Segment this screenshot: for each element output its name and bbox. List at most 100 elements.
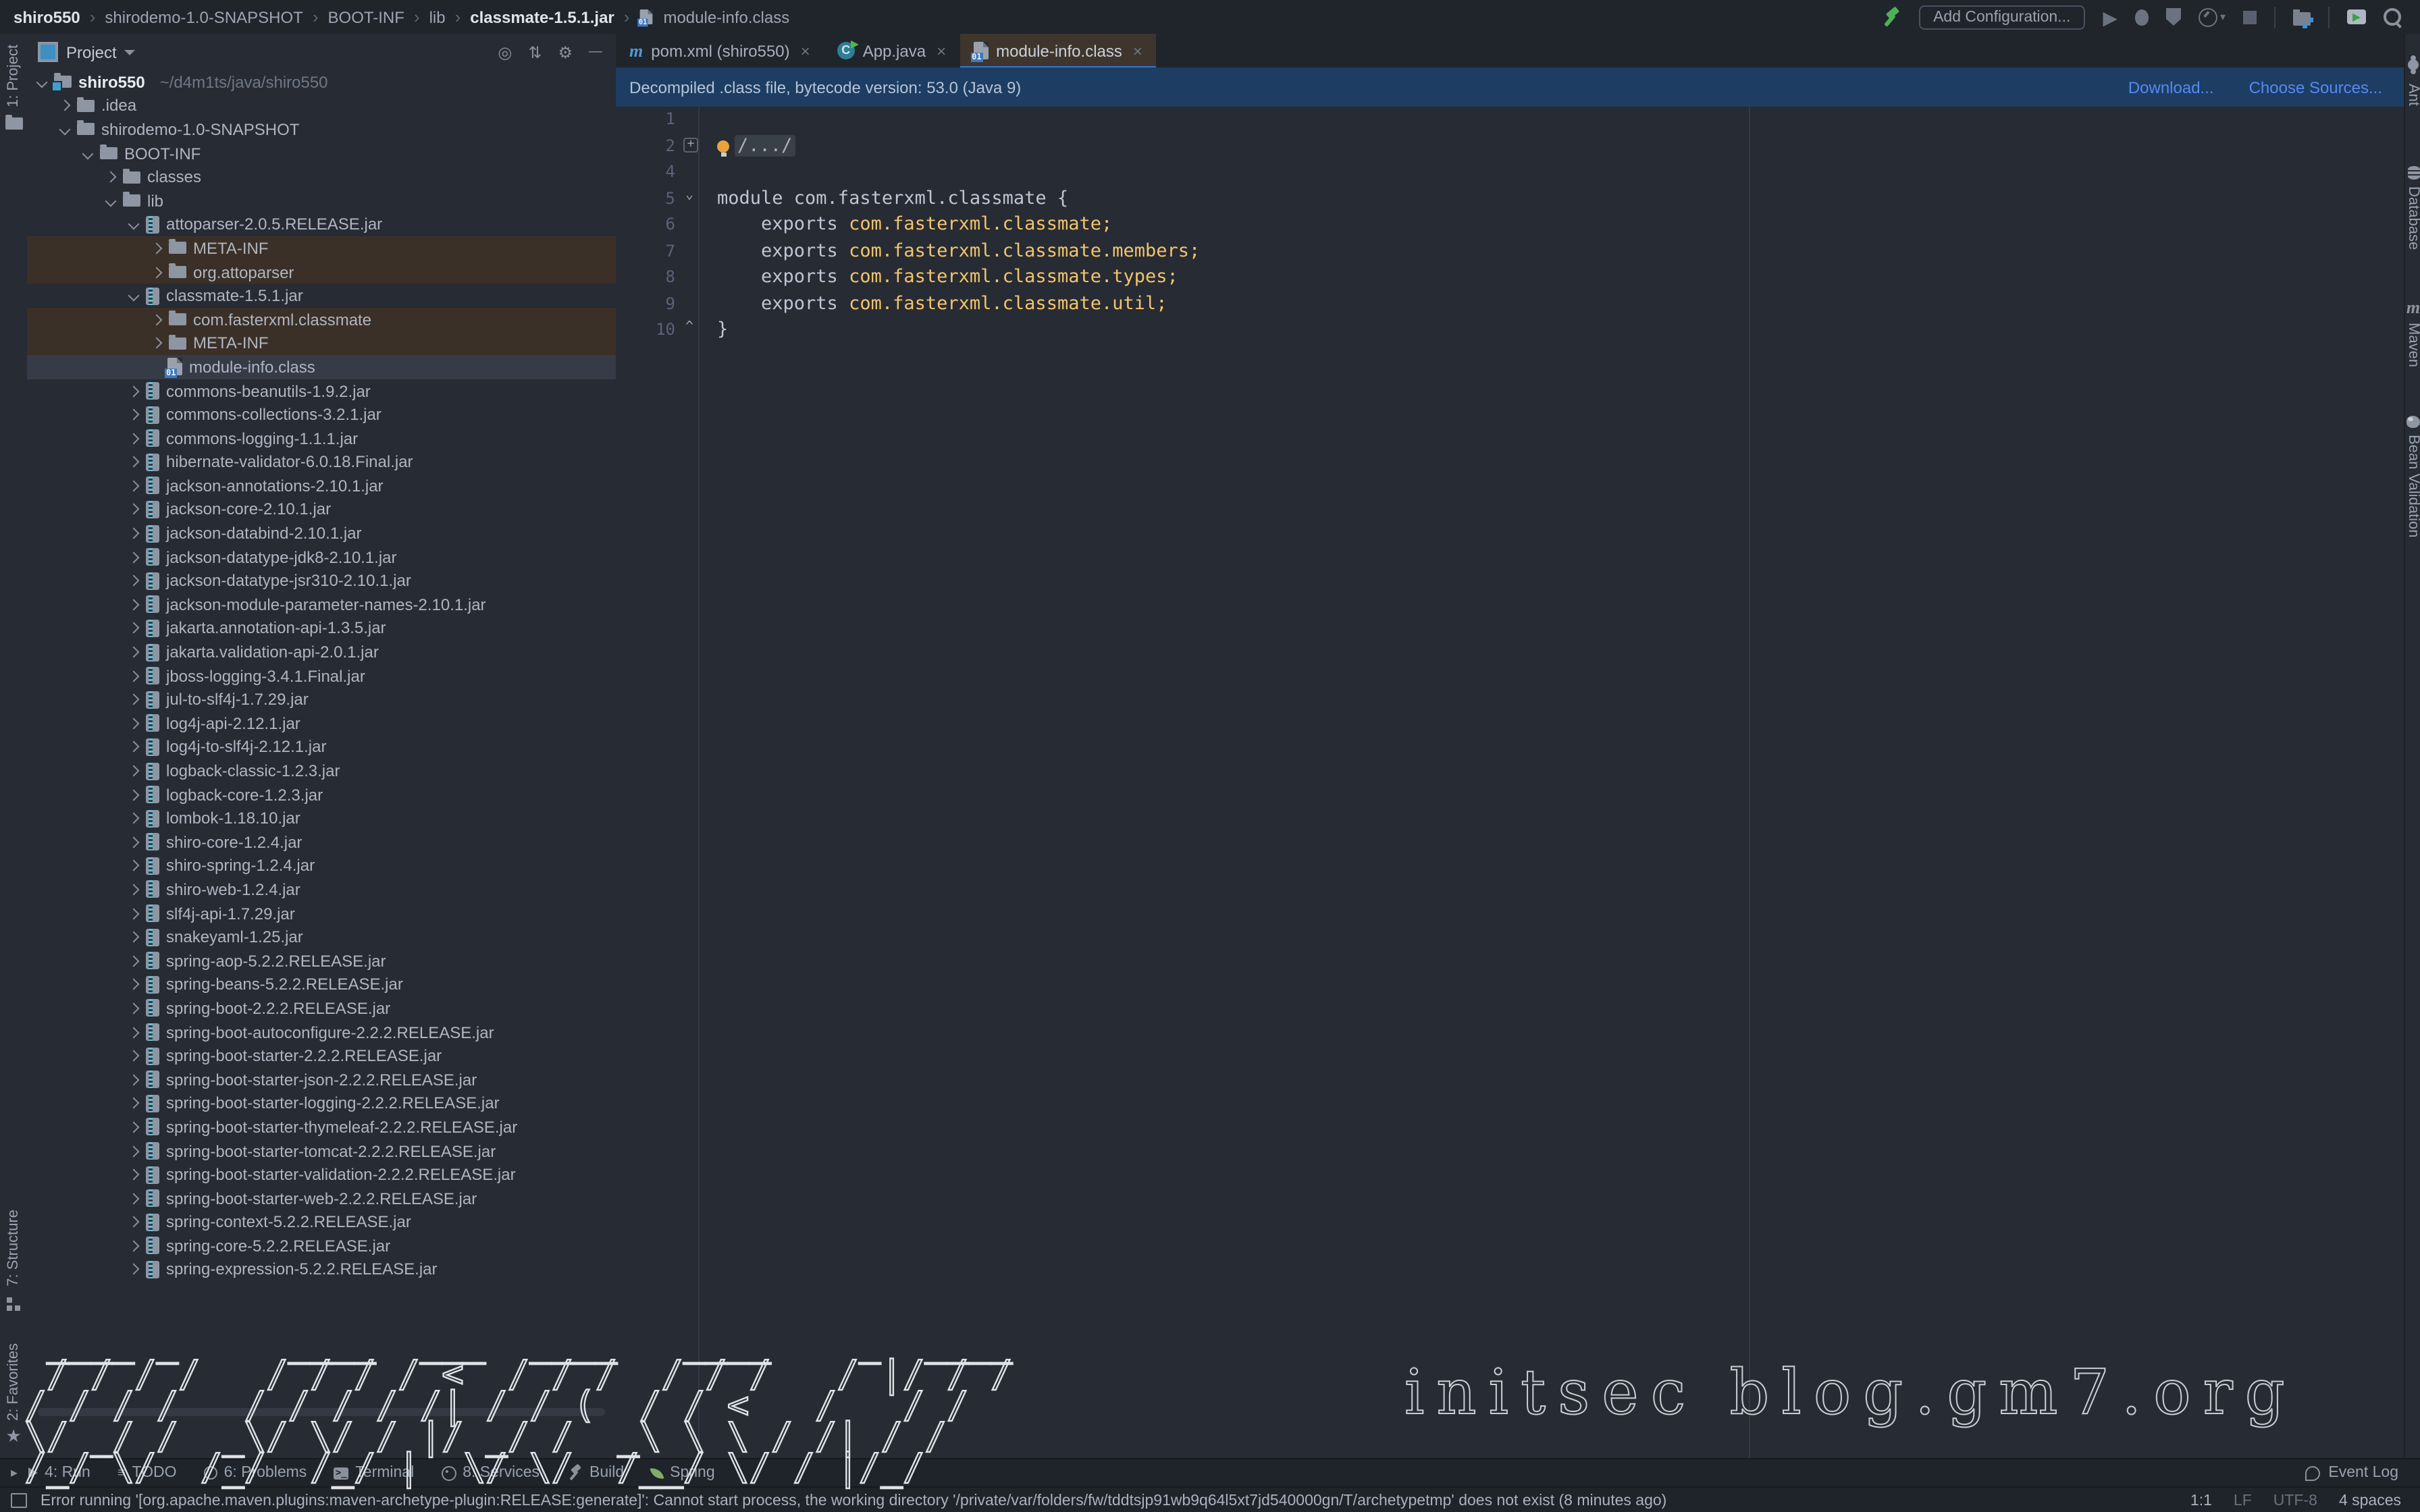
chevron-down-icon[interactable] <box>105 195 117 207</box>
tree-item-snakeyaml-1-25-jar[interactable]: snakeyaml-1.25.jar <box>27 925 616 949</box>
chevron-right-icon[interactable] <box>128 1027 140 1038</box>
tree-item-log4j-api-2-12-1-jar[interactable]: log4j-api-2.12.1.jar <box>27 711 616 735</box>
tree-item-jackson-datatype-jsr310-2-10-1-jar[interactable]: jackson-datatype-jsr310-2.10.1.jar <box>27 569 616 593</box>
chevron-right-icon[interactable] <box>128 409 140 421</box>
tree-item-spring-boot-starter-tomcat-2-2-2-release-jar[interactable]: spring-boot-starter-tomcat-2.2.2.RELEASE… <box>27 1139 616 1162</box>
code-line[interactable]: 5⌄module com.fasterxml.classmate { <box>616 186 2404 212</box>
breadcrumb-item[interactable]: classmate-1.5.1.jar <box>470 7 614 26</box>
tree-item-lombok-1-18-10-jar[interactable]: lombok-1.18.10.jar <box>27 807 616 830</box>
chevron-right-icon[interactable] <box>128 836 140 848</box>
breadcrumb-item[interactable]: BOOT-INF <box>328 7 404 26</box>
chevron-right-icon[interactable] <box>128 528 140 539</box>
chevron-right-icon[interactable] <box>128 433 140 444</box>
tree-item--idea[interactable]: .idea <box>27 94 616 117</box>
chevron-right-icon[interactable] <box>128 1264 140 1275</box>
chevron-right-icon[interactable] <box>59 100 71 111</box>
tree-item-shiro-core-1-2-4-jar[interactable]: shiro-core-1.2.4.jar <box>27 830 616 854</box>
chevron-right-icon[interactable] <box>151 314 163 325</box>
tree-item-meta-inf[interactable]: META-INF <box>27 331 616 355</box>
chevron-down-icon[interactable] <box>36 76 48 88</box>
chevron-right-icon[interactable] <box>105 171 117 183</box>
tree-item-logback-classic-1-2-3-jar[interactable]: logback-classic-1.2.3.jar <box>27 759 616 782</box>
chevron-right-icon[interactable] <box>128 1050 140 1062</box>
tree-item-spring-boot-starter-validation-2-2-2-release-jar[interactable]: spring-boot-starter-validation-2.2.2.REL… <box>27 1163 616 1187</box>
breadcrumb-item[interactable]: shirodemo-1.0-SNAPSHOT <box>105 7 302 26</box>
tree-item-jackson-core-2-10-1-jar[interactable]: jackson-core-2.10.1.jar <box>27 497 616 521</box>
status-widget-lf[interactable]: LF <box>2234 1492 2252 1509</box>
settings-gear-icon[interactable]: ⚙ <box>558 43 573 61</box>
window-menu-icon[interactable]: ▸ <box>11 1465 18 1480</box>
chevron-right-icon[interactable] <box>128 1145 140 1157</box>
tree-item-shirodemo-1-0-snapshot[interactable]: shirodemo-1.0-SNAPSHOT <box>27 117 616 141</box>
chevron-right-icon[interactable] <box>128 551 140 563</box>
code-line[interactable]: 6 exports com.fasterxml.classmate; <box>616 212 2404 238</box>
chevron-right-icon[interactable] <box>128 599 140 610</box>
chevron-right-icon[interactable] <box>151 267 163 278</box>
chevron-right-icon[interactable] <box>151 338 163 349</box>
tree-item-commons-logging-1-1-1-jar[interactable]: commons-logging-1.1.1.jar <box>27 427 616 450</box>
chevron-right-icon[interactable] <box>128 932 140 943</box>
code-line[interactable]: 8 exports com.fasterxml.classmate.types; <box>616 265 2404 291</box>
chevron-right-icon[interactable] <box>151 242 163 254</box>
stripe-bean-validation-button[interactable]: Bean Validation <box>2405 415 2420 537</box>
chevron-right-icon[interactable] <box>128 622 140 634</box>
tree-item-spring-core-5-2-2-release-jar[interactable]: spring-core-5.2.2.RELEASE.jar <box>27 1234 616 1258</box>
stripe-maven-button[interactable]: mMaven <box>2405 298 2420 367</box>
tree-item-module-info-class[interactable]: module-info.class <box>27 355 616 379</box>
chevron-right-icon[interactable] <box>128 480 140 491</box>
code-line[interactable]: 10^} <box>616 317 2404 344</box>
debug-icon[interactable] <box>2135 9 2149 25</box>
tree-item-spring-boot-starter-2-2-2-release-jar[interactable]: spring-boot-starter-2.2.2.RELEASE.jar <box>27 1044 616 1068</box>
tree-item-spring-expression-5-2-2-release-jar[interactable]: spring-expression-5.2.2.RELEASE.jar <box>27 1258 616 1281</box>
tree-item-commons-beanutils-1-9-2-jar[interactable]: commons-beanutils-1.9.2.jar <box>27 379 616 402</box>
chevron-right-icon[interactable] <box>128 1098 140 1109</box>
chevron-right-icon[interactable] <box>128 860 140 871</box>
tree-item-shiro550[interactable]: shiro550~/d4m1ts/java/shiro550 <box>27 70 616 94</box>
collapse-all-icon[interactable]: ⇅ <box>528 43 542 61</box>
tool-window-button-terminal[interactable]: >_Terminal <box>334 1465 414 1481</box>
tree-item-jackson-annotations-2-10-1-jar[interactable]: jackson-annotations-2.10.1.jar <box>27 474 616 497</box>
tree-item-attoparser-2-0-5-release-jar[interactable]: attoparser-2.0.5.RELEASE.jar <box>27 213 616 236</box>
chevron-down-icon[interactable] <box>128 290 140 302</box>
chevron-down-icon[interactable] <box>125 49 136 55</box>
chevron-right-icon[interactable] <box>128 1121 140 1133</box>
chevron-right-icon[interactable] <box>128 908 140 919</box>
chevron-right-icon[interactable] <box>128 504 140 515</box>
tree-item-spring-boot-starter-logging-2-2-2-release-jar[interactable]: spring-boot-starter-logging-2.2.2.RELEAS… <box>27 1091 616 1115</box>
event-log-button[interactable]: Event Log <box>2305 1465 2398 1481</box>
download-link[interactable]: Download... <box>2128 78 2214 97</box>
status-widget-1-1[interactable]: 1:1 <box>2190 1492 2212 1509</box>
stripe-ant-button[interactable]: Ant <box>2405 53 2420 106</box>
tool-window-button-todo[interactable]: ≡TODO <box>117 1465 177 1481</box>
profiler-icon[interactable]: ▾ <box>2199 7 2226 26</box>
code-line[interactable]: 9 exports com.fasterxml.classmate.util; <box>616 291 2404 317</box>
tool-window-button-build[interactable]: Build <box>567 1465 624 1481</box>
tool-window-button-spring[interactable]: Spring <box>651 1465 715 1481</box>
status-message[interactable]: Error running '[org.apache.maven.plugins… <box>41 1492 1666 1509</box>
code-line[interactable]: 7 exports com.fasterxml.classmate.member… <box>616 238 2404 265</box>
chevron-right-icon[interactable] <box>128 647 140 658</box>
stop-icon[interactable] <box>2243 10 2257 24</box>
tree-item-spring-boot-starter-web-2-2-2-release-jar[interactable]: spring-boot-starter-web-2.2.2.RELEASE.ja… <box>27 1187 616 1210</box>
chevron-right-icon[interactable] <box>128 670 140 682</box>
stripe-structure-button[interactable]: 7: Structure <box>5 1209 22 1286</box>
tree-item-jboss-logging-3-4-1-final-jar[interactable]: jboss-logging-3.4.1.Final.jar <box>27 664 616 688</box>
tree-item-jakarta-validation-api-2-0-1-jar[interactable]: jakarta.validation-api-2.0.1.jar <box>27 641 616 664</box>
chevron-right-icon[interactable] <box>128 979 140 990</box>
tree-item-shiro-web-1-2-4-jar[interactable]: shiro-web-1.2.4.jar <box>27 878 616 901</box>
tree-item-spring-aop-5-2-2-release-jar[interactable]: spring-aop-5.2.2.RELEASE.jar <box>27 949 616 973</box>
choose-sources-link[interactable]: Choose Sources... <box>2249 78 2382 97</box>
chevron-right-icon[interactable] <box>128 1193 140 1204</box>
chevron-right-icon[interactable] <box>128 385 140 397</box>
locate-icon[interactable]: ◎ <box>498 43 512 61</box>
tree-item-jackson-datatype-jdk8-2-10-1-jar[interactable]: jackson-datatype-jdk8-2.10.1.jar <box>27 545 616 569</box>
code-line[interactable]: 1 <box>616 107 2404 133</box>
tool-window-button-6-problems[interactable]: 6: Problems <box>204 1465 307 1481</box>
tree-item-spring-beans-5-2-2-release-jar[interactable]: spring-beans-5.2.2.RELEASE.jar <box>27 973 616 996</box>
chevron-down-icon[interactable] <box>59 124 71 135</box>
tree-item-spring-boot-starter-json-2-2-2-release-jar[interactable]: spring-boot-starter-json-2.2.2.RELEASE.j… <box>27 1068 616 1091</box>
tree-item-com-fasterxml-classmate[interactable]: com.fasterxml.classmate <box>27 308 616 331</box>
status-widget-utf-8[interactable]: UTF-8 <box>2273 1492 2317 1509</box>
hide-icon[interactable]: — <box>589 45 602 59</box>
tree-item-classes[interactable]: classes <box>27 165 616 189</box>
